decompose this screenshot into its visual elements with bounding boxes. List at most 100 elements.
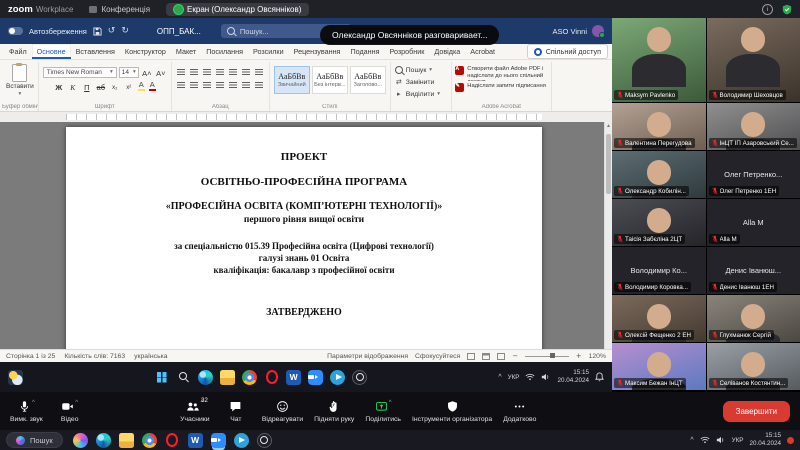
end-meeting-button[interactable]: Завершити <box>723 401 790 422</box>
language-switcher[interactable]: УКР <box>732 437 744 444</box>
ribbon-tab[interactable]: Основне <box>32 44 71 59</box>
paragraph-tool-icon[interactable] <box>202 66 213 77</box>
paragraph-tool-icon[interactable] <box>189 66 200 77</box>
participant-tile[interactable]: Глухманюк Сергій <box>707 295 800 342</box>
chat-button[interactable]: Чат <box>221 400 251 423</box>
obs-icon[interactable] <box>352 370 367 385</box>
paragraph-tool-icon[interactable] <box>254 66 265 77</box>
word-icon[interactable] <box>286 370 301 385</box>
ribbon-tab[interactable]: Acrobat <box>465 44 500 59</box>
print-layout-icon[interactable] <box>482 353 490 360</box>
paragraph-tool-icon[interactable] <box>215 66 226 77</box>
folder-icon[interactable] <box>220 370 235 385</box>
font-color-button[interactable]: А <box>148 80 157 92</box>
taskbar-clock[interactable]: 15:15 20.04.2024 <box>749 432 781 447</box>
wifi-icon[interactable] <box>525 373 535 381</box>
language-switcher[interactable]: УКР <box>508 374 520 381</box>
paragraph-tool-icon[interactable] <box>241 79 252 90</box>
host-tools-button[interactable]: Інструменти організатора <box>412 400 492 423</box>
ribbon-tab[interactable]: Розробник <box>384 44 429 59</box>
scroll-up-arrow[interactable]: ▲ <box>605 123 612 129</box>
edge-icon[interactable] <box>198 370 213 385</box>
autosave-toggle[interactable] <box>8 27 23 35</box>
participant-tile[interactable]: Олександр Кобилін... <box>612 151 706 198</box>
zoom-in-button[interactable]: + <box>576 352 582 360</box>
signature-request-button[interactable]: ✎ Надіслати запити підписання <box>455 83 547 92</box>
paste-button[interactable]: Вставити ▾ <box>6 64 34 97</box>
share-screen-button[interactable]: ^ Поділитись <box>365 400 401 423</box>
participant-tile[interactable]: ІнЦТ ІП Азаровський Се... <box>707 103 800 150</box>
font-style-button[interactable]: x² <box>123 80 135 92</box>
document-area[interactable]: ПРОЕКТ ОСВІТНЬО-ПРОФЕСІЙНА ПРОГРАМА «ПРО… <box>0 122 612 349</box>
ribbon-tab[interactable]: Посилання <box>201 44 248 59</box>
raise-hand-button[interactable]: Підняти руку <box>314 400 354 423</box>
zoom-out-button[interactable]: − <box>512 352 518 360</box>
mute-button[interactable]: ^ Вимк. звук <box>10 400 43 423</box>
ribbon-tab[interactable]: Файл <box>4 44 32 59</box>
chevron-up-icon[interactable]: ^ <box>498 374 501 381</box>
display-options-button[interactable]: Параметри відображення <box>327 353 408 360</box>
paragraph-tool-icon[interactable] <box>176 79 187 90</box>
account-area[interactable]: ASO Vinni <box>553 25 604 37</box>
ribbon-tab[interactable]: Розсилки <box>248 44 289 59</box>
find-button[interactable]: Пошук ▾ <box>395 64 447 76</box>
ribbon-tab[interactable]: Рецензування <box>289 44 346 59</box>
zoom-icon[interactable] <box>211 433 226 448</box>
font-style-button[interactable]: x₂ <box>109 80 121 92</box>
redo-icon[interactable]: ↻ <box>121 26 129 36</box>
paragraph-tool-icon[interactable] <box>228 79 239 90</box>
info-icon[interactable] <box>762 4 773 15</box>
edge-icon[interactable] <box>96 433 111 448</box>
notification-bell-icon[interactable] <box>595 372 604 382</box>
telegram-icon[interactable] <box>234 433 249 448</box>
font-style-button[interactable]: К <box>67 80 79 92</box>
shared-clock[interactable]: 15:15 20.04.2024 <box>557 369 589 384</box>
participants-button[interactable]: 32 ^ Учасники <box>180 400 210 423</box>
tab-screen-share[interactable]: Екран (Олександр Овсянніков) <box>166 3 309 16</box>
ribbon-tab[interactable]: Вставлення <box>71 44 120 59</box>
replace-button[interactable]: ⇄ Замінити <box>395 76 447 88</box>
language-indicator[interactable]: українська <box>134 353 167 360</box>
font-name-select[interactable]: Times New Roman ▾ <box>43 67 117 78</box>
save-icon[interactable] <box>93 27 102 36</box>
chevron-up-icon[interactable]: ^ <box>690 437 693 444</box>
start-icon[interactable] <box>154 370 169 385</box>
vertical-scrollbar[interactable]: ▲ <box>604 122 612 349</box>
chrome-icon[interactable] <box>242 370 257 385</box>
zoom-icon[interactable] <box>308 370 323 385</box>
paragraph-tool-icon[interactable] <box>254 79 265 90</box>
focus-button[interactable]: Сфокусуйтеся <box>415 353 460 360</box>
chevron-up-icon[interactable]: ^ <box>75 400 78 406</box>
chrome-icon[interactable] <box>142 433 157 448</box>
paragraph-tool-icon[interactable] <box>202 79 213 90</box>
participant-tile[interactable]: Максим Бежан ІнЦТ <box>612 343 706 390</box>
font-size-select[interactable]: 14 ▾ <box>119 67 139 78</box>
ribbon-tab[interactable]: Макет <box>171 44 201 59</box>
create-pdf-button[interactable]: A Створити файл Adobe PDF і надіслати до… <box>455 66 547 81</box>
copilot-icon[interactable] <box>73 433 88 448</box>
volume-icon[interactable] <box>541 373 551 381</box>
page-indicator[interactable]: Сторінка 1 із 25 <box>6 353 55 360</box>
video-button[interactable]: ^ Відео <box>55 400 85 423</box>
highlight-color-button[interactable]: А <box>137 80 146 92</box>
participant-tile[interactable]: Alla MAlla M <box>707 199 800 246</box>
security-shield-icon[interactable] <box>782 4 792 15</box>
paragraph-tool-icon[interactable] <box>189 79 200 90</box>
paragraph-tool-icon[interactable] <box>228 66 239 77</box>
font-style-button[interactable]: аб <box>95 80 107 92</box>
participant-tile[interactable]: Maksym Pavlenko <box>612 18 706 102</box>
volume-icon[interactable] <box>716 436 726 444</box>
participant-tile[interactable]: Таісія Забєліна 2ЦТ <box>612 199 706 246</box>
wifi-icon[interactable] <box>700 436 710 444</box>
paragraph-tool-icon[interactable] <box>215 79 226 90</box>
participant-tile[interactable]: Володимир Ко...Володимир Коровка... <box>612 247 706 294</box>
zoom-level[interactable]: 120% <box>589 353 606 360</box>
style-card-normal[interactable]: АаБбВв Звичайний <box>274 66 310 94</box>
folder-icon[interactable] <box>119 433 134 448</box>
scrollbar-thumb[interactable] <box>606 134 611 194</box>
chevron-up-icon[interactable]: ^ <box>32 400 35 406</box>
undo-icon[interactable]: ↺ <box>108 26 116 36</box>
word-icon[interactable] <box>188 433 203 448</box>
opera-icon[interactable] <box>264 370 279 385</box>
notification-badge[interactable] <box>787 437 794 444</box>
